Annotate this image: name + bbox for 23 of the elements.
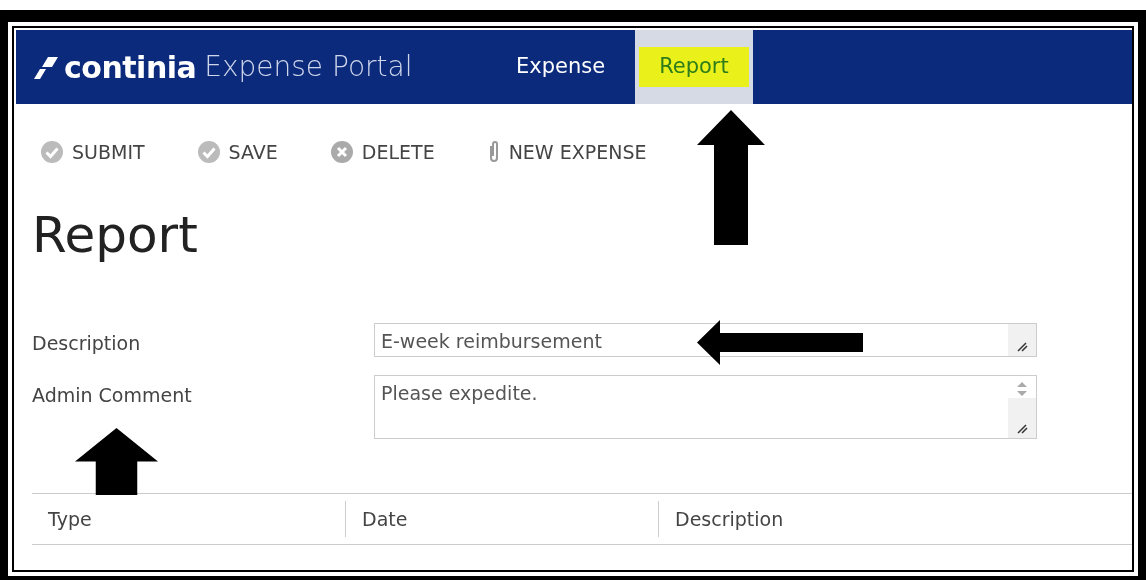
toolbar-button[interactable]: DELETE bbox=[329, 138, 435, 167]
spinner-icon bbox=[1008, 376, 1036, 398]
toolbar-button[interactable]: NEW EXPENSE bbox=[486, 138, 647, 167]
column-header: Date bbox=[345, 501, 658, 537]
resize-grip-icon bbox=[1016, 422, 1028, 434]
column-header: Type bbox=[47, 506, 93, 532]
column-header: Description bbox=[658, 501, 784, 537]
toolbar-button[interactable]: SAVE bbox=[196, 138, 278, 167]
page-title: Report bbox=[32, 204, 199, 265]
logo-brand: continia bbox=[64, 48, 197, 87]
resize-grip-icon bbox=[1016, 339, 1028, 352]
check-icon bbox=[196, 140, 221, 165]
nav-tab[interactable]: Report bbox=[635, 30, 753, 104]
close-icon bbox=[329, 140, 354, 165]
text-field[interactable]: E-week reimbursement bbox=[374, 322, 1037, 357]
comment-field[interactable]: Please expedite. bbox=[374, 375, 1037, 439]
check-icon bbox=[40, 140, 64, 165]
nav-tab[interactable]: Expense bbox=[496, 30, 626, 104]
field-label: Admin Comment bbox=[31, 383, 193, 408]
field-label: Description bbox=[31, 330, 142, 356]
logo-icon bbox=[32, 55, 58, 79]
logo-product: Expense Portal bbox=[204, 49, 413, 85]
toolbar-button[interactable]: SUBMIT bbox=[40, 138, 145, 167]
